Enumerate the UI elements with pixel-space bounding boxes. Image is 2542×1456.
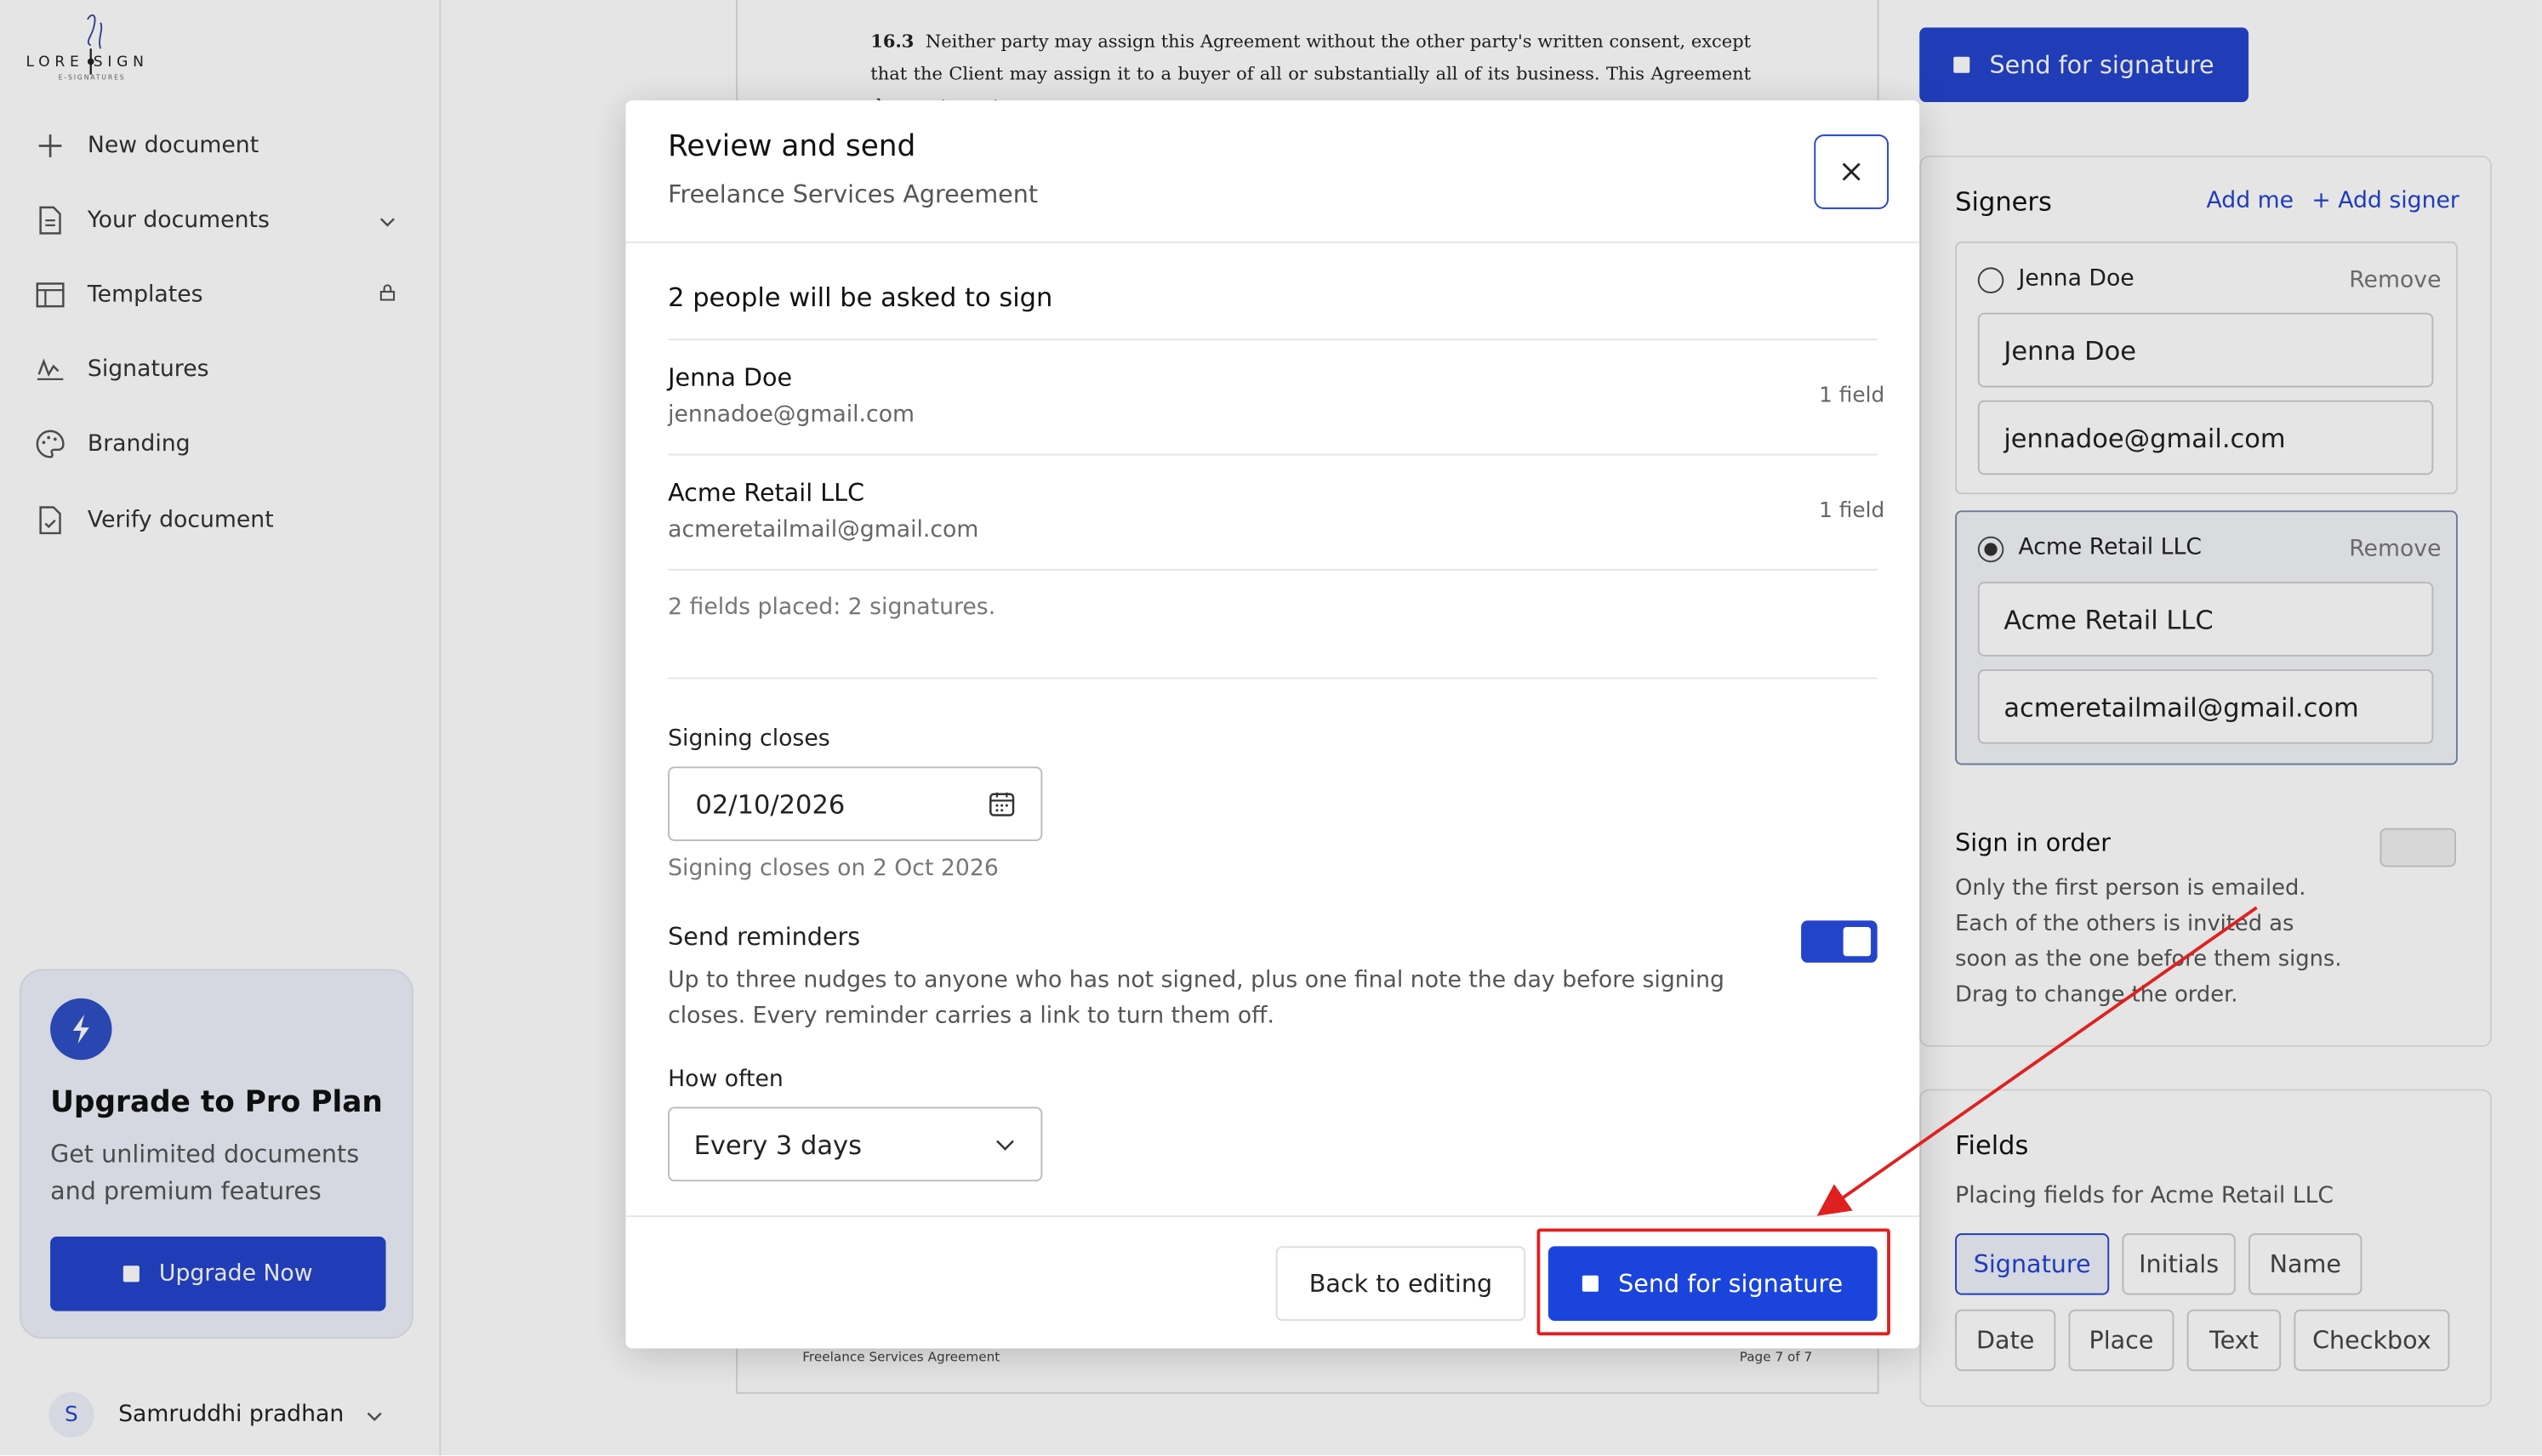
person-field-count: 1 field	[1819, 384, 1885, 409]
close-icon	[1842, 162, 1861, 181]
signing-closes-value: 02/10/2026	[695, 788, 846, 820]
signing-closes-label: Signing closes	[668, 725, 830, 753]
signers-summary-heading: 2 people will be asked to sign	[668, 282, 1053, 313]
send-reminders-toggle[interactable]	[1801, 920, 1878, 963]
send-reminders-description: Up to three nudges to anyone who has not…	[668, 967, 1724, 1030]
signing-closes-date-input[interactable]: 02/10/2026	[668, 766, 1043, 842]
how-often-select[interactable]: Every 3 days	[668, 1106, 1043, 1182]
person-email: jennadoe@gmail.com	[668, 401, 915, 429]
person-name: Acme Retail LLC	[668, 478, 865, 508]
how-often-label: How often	[668, 1066, 784, 1093]
chevron-down-icon	[995, 1139, 1015, 1150]
person-field-count: 1 field	[1819, 498, 1885, 524]
signing-closes-hint: Signing closes on 2 Oct 2026	[668, 856, 999, 882]
divider	[668, 568, 1878, 571]
person-name: Jenna Doe	[668, 362, 793, 393]
dialog-title: Review and send	[668, 129, 916, 164]
toggle-knob	[1843, 927, 1872, 957]
divider	[668, 338, 1878, 341]
divider	[625, 241, 1920, 243]
review-and-send-dialog: Review and send Freelance Services Agree…	[625, 100, 1920, 1349]
dialog-subtitle: Freelance Services Agreement	[668, 179, 1039, 209]
divider	[668, 453, 1878, 456]
how-often-value: Every 3 days	[693, 1129, 863, 1160]
calendar-icon[interactable]	[989, 791, 1015, 816]
person-email: acmeretailmail@gmail.com	[668, 516, 979, 543]
back-to-editing-button[interactable]: Back to editing	[1275, 1246, 1526, 1322]
close-button[interactable]	[1814, 134, 1889, 209]
divider	[625, 1215, 1920, 1218]
fields-placed-summary: 2 fields placed: 2 signatures.	[668, 594, 996, 621]
divider	[668, 677, 1878, 680]
send-reminders-label: Send reminders	[668, 922, 861, 952]
highlight-box	[1536, 1228, 1890, 1336]
